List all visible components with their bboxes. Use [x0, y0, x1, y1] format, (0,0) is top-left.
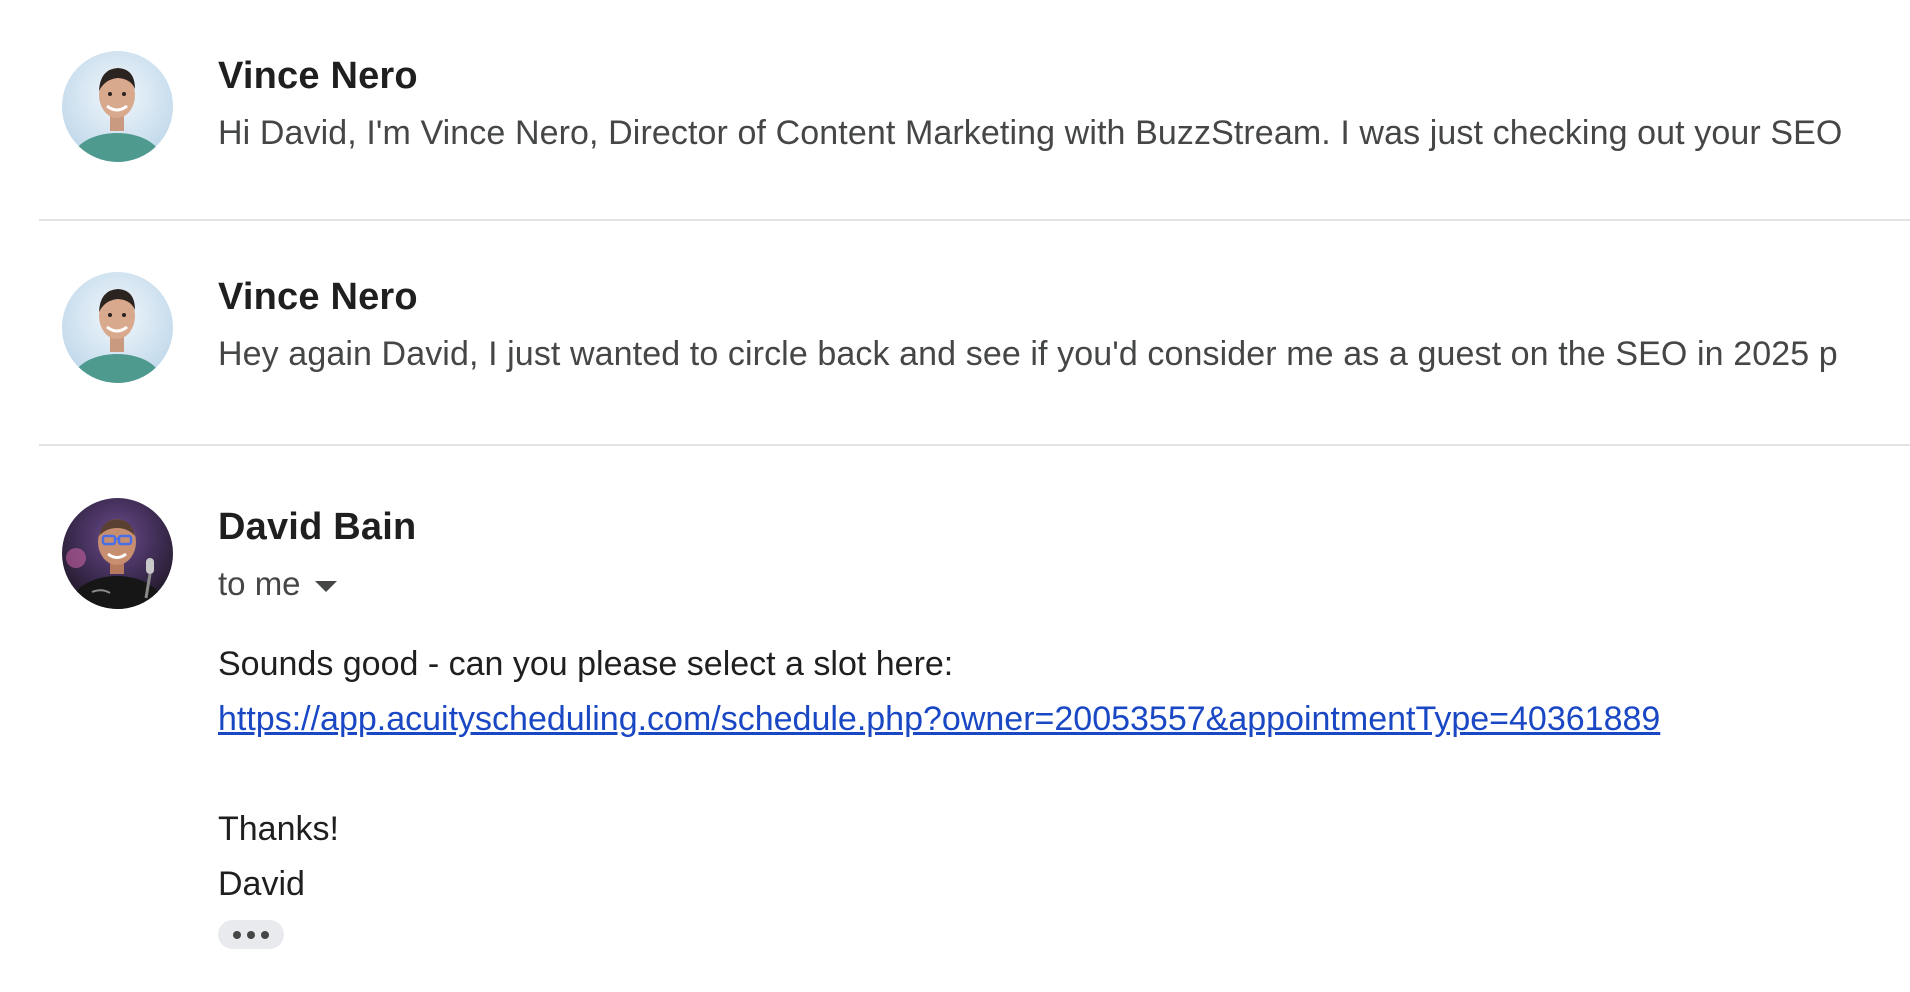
collapsed-message[interactable]: Vince Nero Hey again David, I just wante…: [39, 221, 1910, 446]
email-thread: Vince Nero Hi David, I'm Vince Nero, Dir…: [0, 0, 1910, 992]
show-trimmed-content-button[interactable]: [218, 920, 284, 949]
sender-avatar[interactable]: [62, 51, 173, 162]
person-avatar-icon: [62, 51, 173, 162]
message-snippet: Hi David, I'm Vince Nero, Director of Co…: [218, 114, 1843, 152]
person-avatar-icon: [62, 498, 173, 609]
sender-name: Vince Nero: [218, 276, 418, 318]
sender-avatar[interactable]: [62, 498, 173, 609]
sender-name: Vince Nero: [218, 55, 418, 97]
ellipsis-icon: [261, 930, 269, 939]
recipient-details-toggle[interactable]: to me: [218, 565, 337, 603]
recipient-label: to me: [218, 565, 301, 602]
body-text: Sounds good - can you please select a sl…: [218, 645, 954, 683]
person-avatar-icon: [62, 272, 173, 383]
message-snippet: Hey again David, I just wanted to circle…: [218, 335, 1838, 373]
collapsed-message[interactable]: Vince Nero Hi David, I'm Vince Nero, Dir…: [39, 0, 1910, 221]
ellipsis-icon: [247, 930, 255, 939]
sender-avatar[interactable]: [62, 272, 173, 383]
closing-text: Thanks!: [218, 810, 339, 848]
chevron-down-icon: [314, 580, 337, 592]
signature-text: David: [218, 865, 305, 903]
expanded-message: David Bain to me Sounds good - can you p…: [39, 446, 1910, 992]
sender-name: David Bain: [218, 506, 417, 548]
scheduling-link[interactable]: https://app.acuityscheduling.com/schedul…: [218, 692, 1660, 747]
ellipsis-icon: [233, 930, 241, 939]
message-body: Sounds good - can you please select a sl…: [218, 637, 1660, 912]
